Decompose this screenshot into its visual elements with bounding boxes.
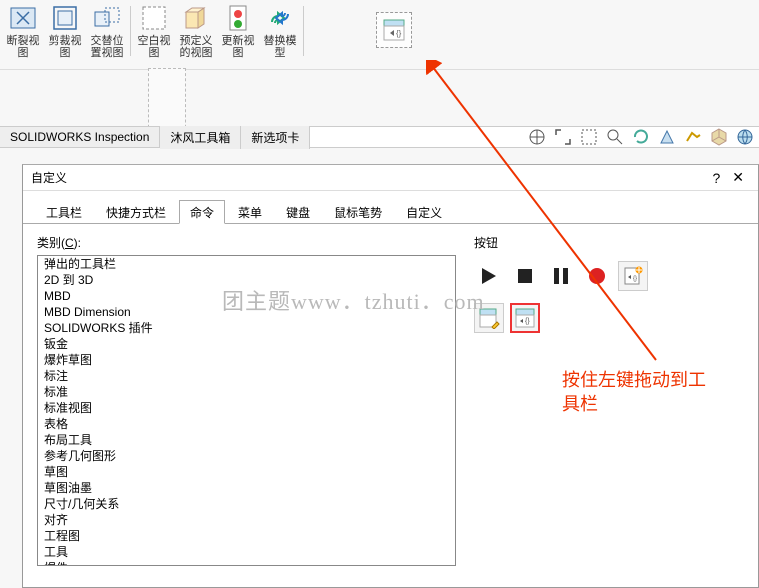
tab-inspection[interactable]: SOLIDWORKS Inspection	[0, 127, 160, 147]
list-item[interactable]: 2D 到 3D	[38, 272, 455, 288]
list-item[interactable]: 草图油墨	[38, 480, 455, 496]
list-item[interactable]: 工具	[38, 544, 455, 560]
pause-icon[interactable]	[546, 261, 576, 291]
new-script-button[interactable]: {}	[618, 261, 648, 291]
annotation-text: 按住左键拖动到工具栏	[562, 368, 706, 416]
category-label: 类别(C):	[37, 234, 456, 251]
list-item[interactable]: 草图	[38, 464, 455, 480]
list-item[interactable]: MBD	[38, 288, 455, 304]
ribbon-label: 断裂视图	[7, 35, 40, 59]
section-icon[interactable]	[657, 127, 677, 147]
svg-text:{}: {}	[525, 318, 530, 325]
dialog-title: 自定义	[31, 169, 67, 186]
buttons-label: 按钮	[474, 234, 744, 251]
tab-menu[interactable]: 菜单	[227, 200, 273, 224]
buttons-row1: {}	[474, 255, 744, 297]
ribbon-label: 剪裁视图	[49, 35, 82, 59]
list-item[interactable]: 爆炸草图	[38, 352, 455, 368]
ribbon-label: 交替位置视图	[91, 35, 124, 59]
zoom-icon[interactable]	[605, 127, 625, 147]
tab-commands[interactable]: 命令	[179, 200, 225, 224]
region-icon[interactable]	[579, 127, 599, 147]
macro-button[interactable]: {}	[510, 303, 540, 333]
ribbon-separator	[130, 6, 131, 56]
expand-icon[interactable]	[553, 127, 573, 147]
orient-icon[interactable]	[527, 127, 547, 147]
ribbon-label: 更新视图	[222, 35, 255, 59]
record-icon[interactable]	[582, 261, 612, 291]
ribbon-update-view[interactable]: 更新视图	[217, 0, 259, 61]
dialog-titlebar: 自定义 ? ✕	[23, 165, 758, 191]
close-button[interactable]: ✕	[726, 169, 750, 186]
tab-newtab[interactable]: 新选项卡	[241, 126, 310, 149]
list-item[interactable]: 表格	[38, 416, 455, 432]
list-item[interactable]: 弹出的工具栏	[38, 256, 455, 272]
ribbon-label: 预定义的视图	[180, 35, 213, 59]
tab-toolbars[interactable]: 工具栏	[35, 200, 93, 224]
globe-icon[interactable]	[735, 127, 755, 147]
list-item[interactable]: 钣金	[38, 336, 455, 352]
ribbon-label: 空白视图	[138, 35, 171, 59]
stop-icon[interactable]	[510, 261, 540, 291]
list-item[interactable]: MBD Dimension	[38, 304, 455, 320]
edit-script-button[interactable]	[474, 303, 504, 333]
tab-mufeng[interactable]: 沐风工具箱	[160, 126, 241, 149]
tab-mouse[interactable]: 鼠标笔势	[323, 200, 393, 224]
tab-custom[interactable]: 自定义	[395, 200, 453, 224]
tab-shortcut[interactable]: 快捷方式栏	[95, 200, 177, 224]
svg-text:{}: {}	[396, 29, 402, 38]
list-item[interactable]: 标注	[38, 368, 455, 384]
ribbon-toolbar: 断裂视图 剪裁视图 交替位置视图 空白视图 预定义的视图 更新视图 替换模型 {…	[0, 0, 759, 70]
view-toolbar	[527, 127, 759, 147]
help-button[interactable]: ?	[706, 170, 726, 186]
list-item[interactable]: 标准	[38, 384, 455, 400]
ribbon-predef-view[interactable]: 预定义的视图	[175, 0, 217, 61]
svg-text:{}: {}	[633, 276, 637, 282]
cube-icon[interactable]	[709, 127, 729, 147]
tab-keyboard[interactable]: 键盘	[275, 200, 321, 224]
list-item[interactable]: SOLIDWORKS 插件	[38, 320, 455, 336]
list-item[interactable]: 参考几何图形	[38, 448, 455, 464]
list-item[interactable]: 布局工具	[38, 432, 455, 448]
list-item[interactable]: 尺寸/几何关系	[38, 496, 455, 512]
category-listbox[interactable]: 弹出的工具栏2D 到 3DMBDMBD DimensionSOLIDWORKS …	[37, 255, 456, 566]
play-icon[interactable]	[474, 261, 504, 291]
document-tab-bar: SOLIDWORKS Inspection 沐风工具箱 新选项卡	[0, 126, 759, 148]
drag-destination-slot[interactable]: {}	[376, 12, 412, 48]
ribbon-separator	[303, 6, 304, 56]
ribbon-crop-view[interactable]: 剪裁视图	[44, 0, 86, 61]
list-item[interactable]: 焊件	[38, 560, 455, 566]
list-item[interactable]: 标准视图	[38, 400, 455, 416]
refresh-icon[interactable]	[631, 127, 651, 147]
dialog-tabs: 工具栏 快捷方式栏 命令 菜单 键盘 鼠标笔势 自定义	[23, 191, 758, 224]
ribbon-break-crop-view[interactable]: 断裂视图	[2, 0, 44, 61]
buttons-row2: {}	[474, 297, 744, 339]
ribbon-empty-view[interactable]: 空白视图	[133, 0, 175, 61]
display-style-icon[interactable]	[683, 127, 703, 147]
list-item[interactable]: 工程图	[38, 528, 455, 544]
ribbon-label: 替换模型	[264, 35, 297, 59]
list-item[interactable]: 对齐	[38, 512, 455, 528]
ribbon-alt-position-view[interactable]: 交替位置视图	[86, 0, 128, 61]
ribbon-replace-model[interactable]: 替换模型	[259, 0, 301, 61]
